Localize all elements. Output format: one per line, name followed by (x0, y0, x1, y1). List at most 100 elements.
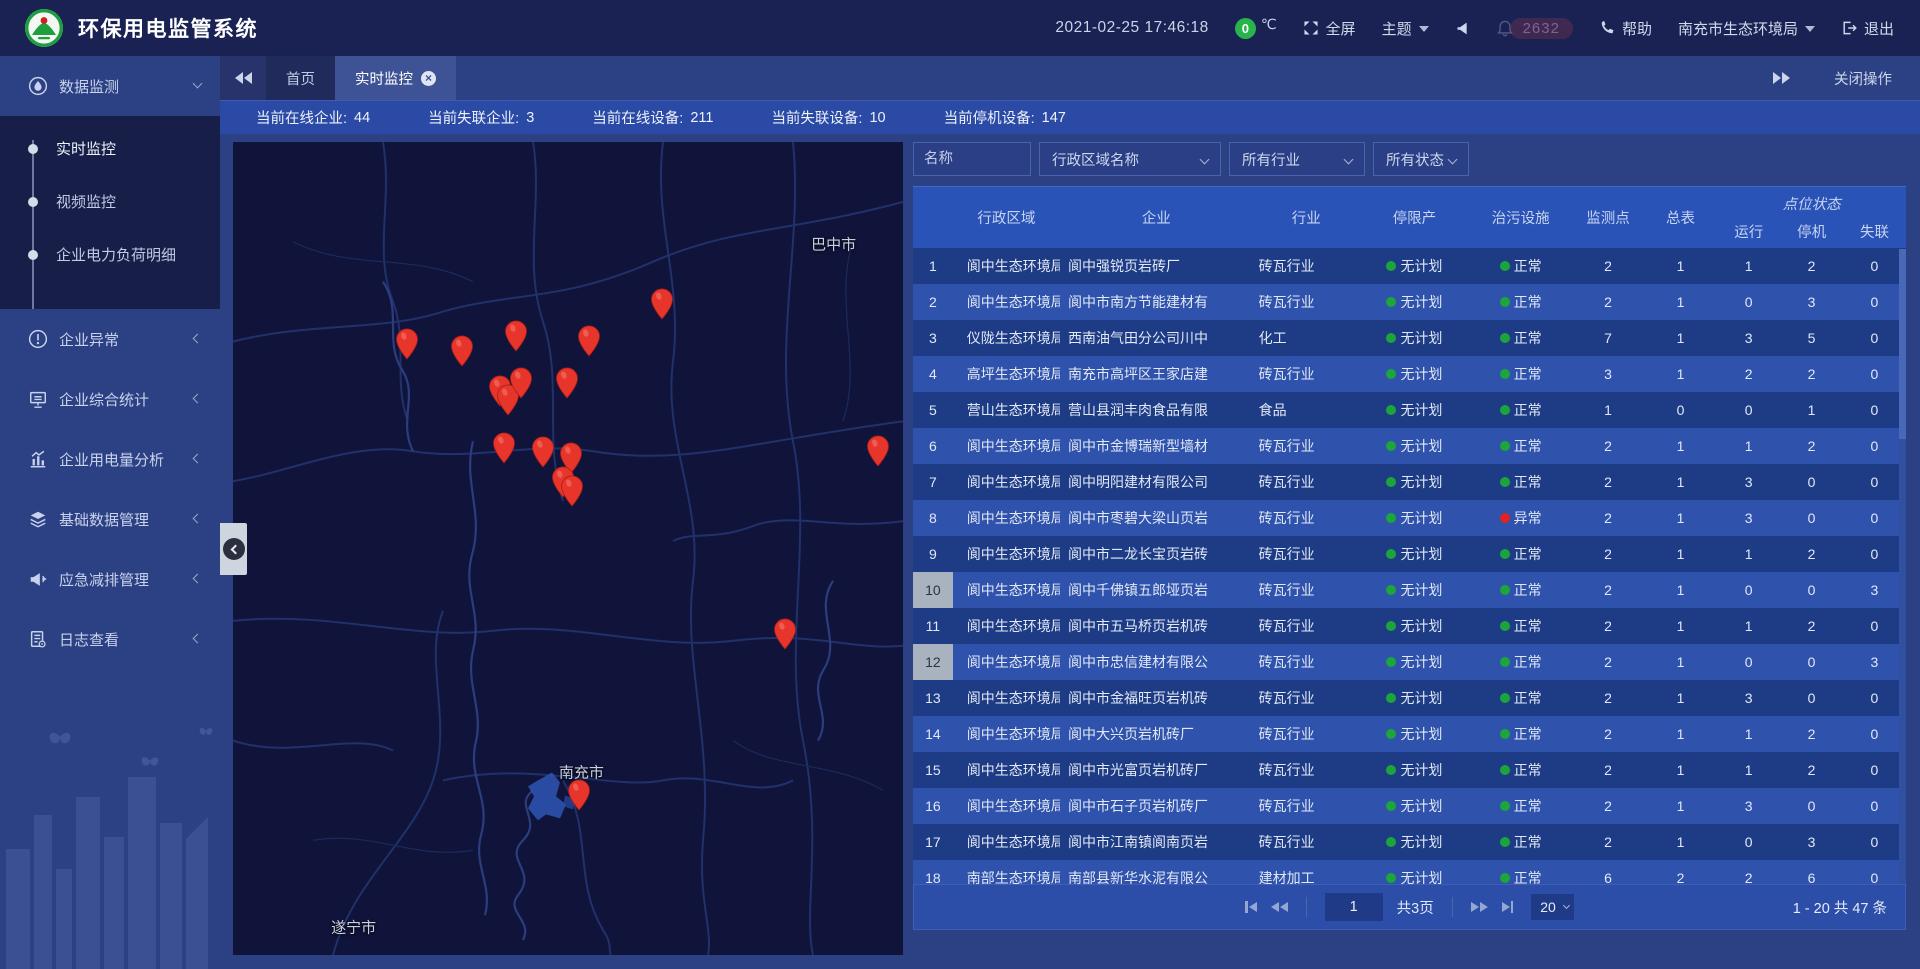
map-pin[interactable] (568, 779, 591, 811)
submenu-dot-icon (28, 250, 38, 260)
map-pin[interactable] (867, 435, 890, 467)
table-row[interactable]: 14阆中生态环境局阆中大兴页岩机砖厂砖瓦行业无计划正常21120 (913, 716, 1906, 752)
status-dot-green-icon (1500, 405, 1510, 415)
close-operations-button[interactable]: 关闭操作 (1834, 68, 1892, 89)
table-row[interactable]: 16阆中生态环境局阆中市石子页岩机砖厂砖瓦行业无计划正常21300 (913, 788, 1906, 824)
status-filter-select[interactable]: 所有状态 (1373, 142, 1469, 176)
table-row[interactable]: 10阆中生态环境局阆中千佛镇五郎垭页岩砖瓦行业无计划正常21003 (913, 572, 1906, 608)
tab-close-icon[interactable] (421, 71, 436, 86)
table-row[interactable]: 1阆中生态环境局阆中强锐页岩砖厂砖瓦行业无计划正常21120 (913, 248, 1906, 284)
sidebar-group-enterprise-abnormal[interactable]: 企业异常 (0, 309, 220, 369)
table-row[interactable]: 12阆中生态环境局阆中市忠信建材有限公砖瓦行业无计划正常21003 (913, 644, 1906, 680)
cell-monitor-points: 2 (1572, 500, 1643, 536)
tabs-scroll-right-button[interactable] (1773, 72, 1790, 84)
map-pin[interactable] (504, 320, 527, 352)
status-dot-green-icon (1500, 729, 1510, 739)
tab-home[interactable]: 首页 (266, 56, 335, 100)
map-pin[interactable] (451, 335, 474, 367)
map-pin[interactable] (396, 328, 419, 360)
sidebar-item-power-load-detail[interactable]: 企业电力负荷明细 (0, 228, 220, 281)
sidebar-group-data-monitoring[interactable]: 数据监测 (0, 56, 220, 116)
table-row[interactable]: 4高坪生态环境局南充市高坪区王家店建砖瓦行业无计划正常31220 (913, 356, 1906, 392)
logout-button[interactable]: 退出 (1841, 18, 1894, 39)
map-pin[interactable] (510, 367, 533, 399)
sidebar-group-log-view[interactable]: 日志查看 (0, 609, 220, 669)
table-row[interactable]: 5营山生态环境局营山县润丰肉食品有限食品无计划正常10010 (913, 392, 1906, 428)
limit-status-label: 无计划 (1400, 760, 1442, 780)
fullscreen-button[interactable]: 全屏 (1303, 18, 1356, 39)
notifications-button[interactable]: 2632 (1496, 18, 1573, 39)
org-menu[interactable]: 南充市生态环境局 (1678, 18, 1815, 39)
cell-industry: 砖瓦行业 (1253, 428, 1360, 464)
chevron-left-icon (193, 574, 203, 584)
table-row[interactable]: 18南部生态环境局南部县新华水泥有限公建材加工无计划正常62260 (913, 860, 1906, 884)
cell-index: 4 (913, 356, 953, 392)
tab-realtime-monitor[interactable]: 实时监控 (335, 56, 456, 100)
table-scrollbar[interactable] (1899, 249, 1906, 884)
sidebar: 数据监测实时监控视频监控企业电力负荷明细企业异常企业综合统计企业用电量分析基础数… (0, 56, 220, 969)
tabs-scroll-left-button[interactable] (220, 56, 266, 100)
map-pin[interactable] (561, 475, 584, 507)
cell-limit-status: 无计划 (1360, 320, 1469, 356)
industry-filter-select[interactable]: 所有行业 (1229, 142, 1365, 176)
cell-stopped: 2 (1780, 752, 1843, 788)
submenu-dot-icon (28, 197, 38, 207)
map-pin[interactable] (650, 288, 673, 320)
cell-industry: 食品 (1253, 392, 1360, 428)
cell-company: 阆中市五马桥页岩机砖 (1060, 608, 1253, 644)
cell-total-meters: 1 (1644, 536, 1717, 572)
page-number-input[interactable] (1325, 893, 1383, 921)
sidebar-group-power-analysis[interactable]: 企业用电量分析 (0, 429, 220, 489)
sidebar-group-emergency-reduction[interactable]: 应急减排管理 (0, 549, 220, 609)
page-size-select[interactable]: 20 (1531, 894, 1574, 920)
region-filter-select[interactable]: 行政区域名称 (1039, 142, 1221, 176)
help-button[interactable]: 帮助 (1599, 18, 1652, 39)
next-page-button[interactable] (1471, 902, 1488, 912)
sidebar-item-realtime-monitor[interactable]: 实时监控 (0, 122, 220, 175)
map-pin[interactable] (774, 618, 797, 650)
cell-company: 南充市高坪区王家店建 (1060, 356, 1253, 392)
sidebar-group-basic-data[interactable]: 基础数据管理 (0, 489, 220, 549)
column-header-index (913, 187, 953, 248)
first-page-button[interactable] (1245, 901, 1257, 913)
map-pin[interactable] (578, 325, 601, 357)
last-page-button[interactable] (1502, 901, 1514, 913)
map-pin[interactable] (556, 367, 579, 399)
prev-page-button[interactable] (1271, 902, 1288, 912)
cell-running: 0 (1717, 284, 1780, 320)
cell-industry: 砖瓦行业 (1253, 644, 1360, 680)
table-row[interactable]: 9阆中生态环境局阆中市二龙长宝页岩砖砖瓦行业无计划正常21120 (913, 536, 1906, 572)
sidebar-item-video-monitor[interactable]: 视频监控 (0, 175, 220, 228)
map-panel[interactable]: 巴中市南充市遂宁市 (233, 142, 903, 955)
cell-region: 阆中生态环境局 (953, 824, 1060, 860)
scrollbar-thumb[interactable] (1899, 249, 1906, 439)
sidebar-group-enterprise-statistics[interactable]: 企业综合统计 (0, 369, 220, 429)
table-row[interactable]: 17阆中生态环境局阆中市江南镇阆南页岩砖瓦行业无计划正常21030 (913, 824, 1906, 860)
limit-status-label: 无计划 (1400, 364, 1442, 384)
cell-lost: 0 (1843, 788, 1906, 824)
cell-running: 3 (1717, 320, 1780, 356)
cell-facility-status: 正常 (1469, 320, 1572, 356)
theme-menu[interactable]: 主题 (1382, 18, 1429, 39)
cell-stopped: 0 (1780, 500, 1843, 536)
table-row[interactable]: 8阆中生态环境局阆中市枣碧大梁山页岩砖瓦行业无计划异常21300 (913, 500, 1906, 536)
cell-company: 阆中市枣碧大梁山页岩 (1060, 500, 1253, 536)
table-row[interactable]: 15阆中生态环境局阆中市光富页岩机砖厂砖瓦行业无计划正常21120 (913, 752, 1906, 788)
table-row[interactable]: 7阆中生态环境局阆中明阳建材有限公司砖瓦行业无计划正常21300 (913, 464, 1906, 500)
table-row[interactable]: 6阆中生态环境局阆中市金博瑞新型墙材砖瓦行业无计划正常21120 (913, 428, 1906, 464)
column-header-facility: 治污设施 (1469, 187, 1572, 248)
cell-region: 阆中生态环境局 (953, 428, 1060, 464)
cell-region: 阆中生态环境局 (953, 536, 1060, 572)
map-collapse-handle[interactable] (220, 523, 247, 575)
map-pin[interactable] (492, 432, 515, 464)
status-dot-green-icon (1386, 405, 1396, 415)
name-filter-input[interactable] (913, 142, 1031, 176)
mute-button[interactable] (1455, 21, 1470, 36)
map-pin[interactable] (532, 435, 555, 467)
table-row[interactable]: 11阆中生态环境局阆中市五马桥页岩机砖砖瓦行业无计划正常21120 (913, 608, 1906, 644)
cell-monitor-points: 2 (1572, 248, 1643, 284)
sidebar-group-label: 应急减排管理 (59, 569, 149, 590)
table-row[interactable]: 2阆中生态环境局阆中市南方节能建材有砖瓦行业无计划正常21030 (913, 284, 1906, 320)
table-row[interactable]: 13阆中生态环境局阆中市金福旺页岩机砖砖瓦行业无计划正常21300 (913, 680, 1906, 716)
table-row[interactable]: 3仪陇生态环境局西南油气田分公司川中化工无计划正常71350 (913, 320, 1906, 356)
